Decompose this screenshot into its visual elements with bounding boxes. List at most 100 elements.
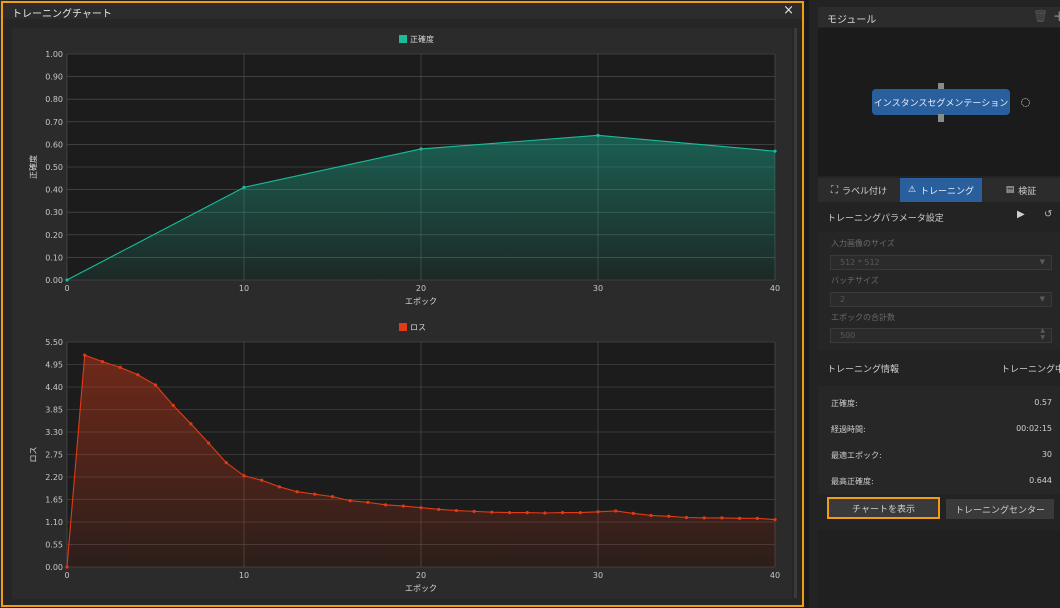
training-status: トレーニング中 (1001, 365, 1060, 375)
y-tick-label: 2.75 (45, 451, 63, 460)
chart-area: 0.00 0.10 0.20 0.30 0.40 0.50 0.60 0.70 0.80 0.90… (12, 28, 792, 599)
modal-header: トレーニングチャート × (3, 3, 802, 20)
y-tick-label: 4.95 (45, 361, 63, 370)
modal-title: トレーニングチャート (12, 9, 112, 20)
history-icon[interactable]: ↺ (1044, 209, 1052, 220)
x-tick-label: 20 (416, 571, 426, 580)
data-point (631, 511, 636, 516)
data-point (684, 515, 689, 520)
instance-segmentation-node[interactable]: インスタンスセグメンテーション (872, 89, 1010, 115)
tab-label: トレーニング (920, 186, 975, 197)
y-tick-label: 1.65 (45, 496, 63, 505)
batch-size-select[interactable]: 2 ▼ (830, 292, 1052, 307)
info-label: 最適エポック: (831, 451, 882, 460)
epochs-stepper[interactable]: 500 ▲ ▼ (830, 327, 1052, 343)
y-tick-label: 0.80 (45, 95, 63, 104)
data-point (507, 510, 512, 515)
stepper-icon[interactable]: ▲ ▼ (1040, 327, 1045, 341)
data-point (561, 510, 565, 515)
data-point (596, 133, 600, 137)
loading-spinner-icon (1021, 98, 1030, 107)
data-point (384, 503, 388, 507)
field-value: 500 (840, 331, 856, 340)
data-point (207, 441, 211, 445)
tab-training[interactable]: ⚠ トレーニング (900, 178, 982, 202)
field-label: エポックの合計数 (831, 313, 895, 322)
data-point (277, 485, 281, 489)
field-value: 2 (840, 295, 846, 304)
data-point (490, 510, 494, 514)
data-point (118, 365, 122, 369)
data-point (738, 516, 742, 520)
field-label: バッチサイズ (831, 276, 879, 285)
y-tick-label: 0.55 (45, 541, 63, 550)
data-point (242, 185, 246, 189)
show-chart-button[interactable]: チャートを表示 (827, 497, 940, 519)
tab-validation[interactable]: ▤ 検証 (982, 178, 1060, 202)
data-point (224, 461, 228, 465)
legend-swatch (399, 323, 407, 331)
y-tick-label: 1.10 (45, 518, 63, 527)
chevron-down-icon: ▼ (1039, 258, 1045, 266)
y-tick-label: 1.00 (45, 50, 63, 59)
trash-icon[interactable]: 🗑 (1033, 9, 1048, 23)
data-point (773, 149, 777, 153)
data-point (260, 478, 264, 482)
legend-label: ロス (410, 323, 426, 332)
y-tick-label: 0.00 (45, 276, 63, 285)
training-icon: ⚠ (907, 185, 917, 195)
y-tick-label: 3.85 (45, 406, 63, 415)
data-point (755, 516, 759, 520)
y-tick-label: 0.60 (45, 140, 63, 149)
y-tick-label: 4.40 (45, 383, 63, 392)
input-size-select[interactable]: 512 * 512 ▼ (830, 255, 1052, 270)
x-tick-label: 0 (64, 284, 69, 293)
data-point (649, 513, 653, 518)
close-icon[interactable]: × (783, 3, 794, 18)
tab-bar: ⛶ ラベル付け ⚠ トレーニング ▤ 検証 (818, 178, 1060, 202)
x-tick-label: 30 (593, 284, 603, 293)
y-tick-label: 0.50 (45, 163, 63, 172)
data-point (419, 147, 423, 151)
data-point (454, 508, 458, 513)
panel-footer (818, 530, 1060, 608)
data-point (472, 509, 476, 513)
y-tick-label: 5.50 (45, 338, 63, 347)
training-center-button[interactable]: トレーニングセンター (946, 499, 1054, 519)
data-point (100, 360, 104, 364)
y-tick-label: 0.70 (45, 118, 63, 127)
tab-label: 検証 (1018, 186, 1037, 197)
data-point (437, 507, 441, 511)
data-point (330, 495, 335, 499)
module-title: モジュール (827, 15, 877, 26)
info-header: トレーニング情報 (827, 365, 900, 375)
chevron-down-icon: ▼ (1039, 295, 1045, 303)
data-point (596, 510, 600, 514)
legend-swatch (399, 35, 407, 43)
y-tick-label: 0.00 (45, 563, 63, 572)
data-point (578, 510, 582, 515)
data-point (366, 500, 370, 504)
data-point (313, 492, 317, 496)
data-point (614, 509, 618, 513)
tab-label: ラベル付け (841, 186, 887, 197)
data-point (65, 565, 69, 569)
data-point (419, 506, 423, 510)
data-point (773, 517, 777, 522)
module-header: モジュール 🗑 + (818, 7, 1060, 27)
y-tick-label: 0.30 (45, 208, 63, 217)
y-tick-label: 2.20 (45, 473, 63, 482)
y-tick-label: 3.30 (45, 428, 63, 437)
y-axis-label: 正確度 (28, 155, 38, 179)
tab-labeling[interactable]: ⛶ ラベル付け (818, 178, 900, 202)
field-label: 入力画像のサイズ (831, 239, 895, 248)
data-point (667, 514, 671, 518)
x-tick-label: 40 (770, 284, 780, 293)
play-icon[interactable]: ▶ (1017, 209, 1025, 220)
module-canvas: インスタンスセグメンテーション (818, 28, 1060, 176)
info-label: 正確度: (831, 399, 858, 408)
info-label: 経過時間: (831, 425, 866, 434)
add-icon[interactable]: + (1053, 7, 1060, 25)
node-output-port[interactable] (938, 114, 944, 122)
modal-scrollbar[interactable] (794, 28, 797, 598)
